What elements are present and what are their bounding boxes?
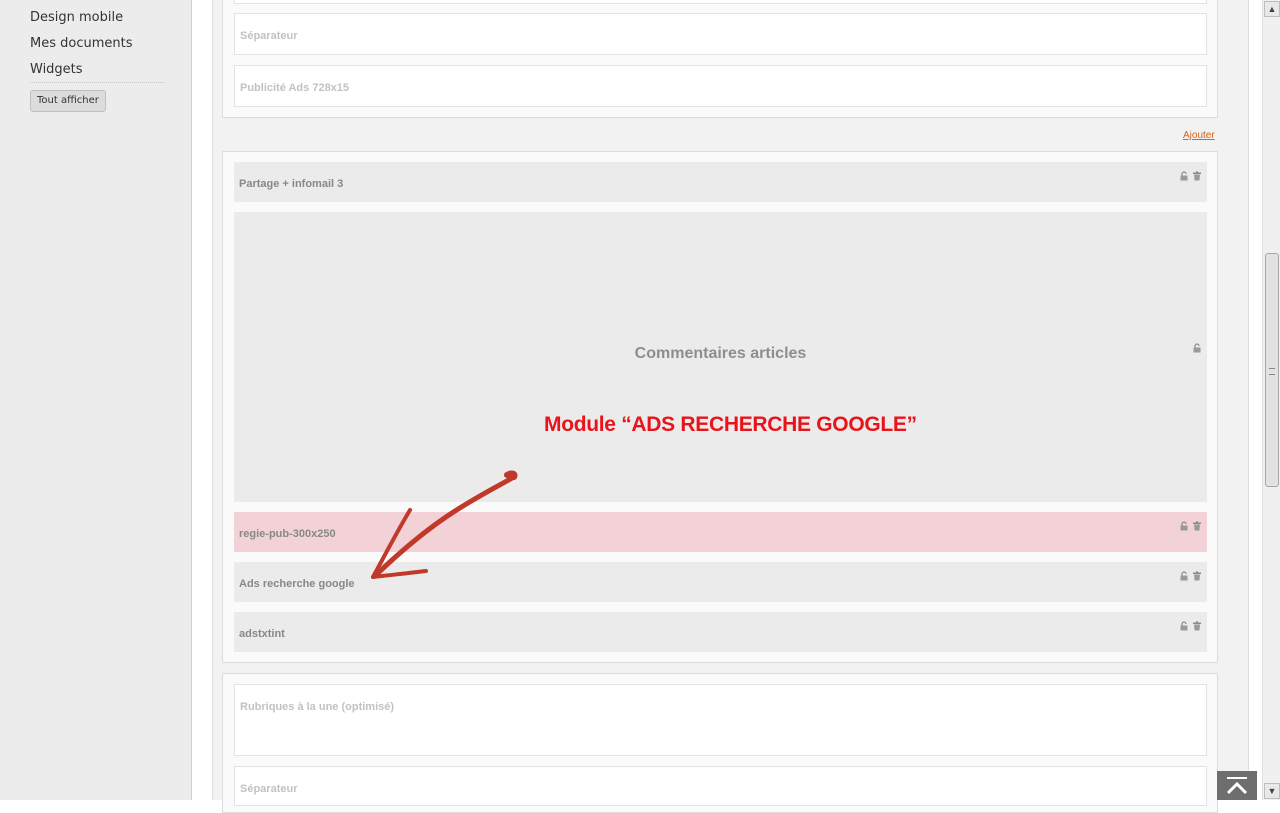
module-rubriques-a-la-une[interactable]: Rubriques à la une (optimisé): [234, 684, 1207, 756]
vertical-scrollbar[interactable]: ▲ ▼: [1262, 0, 1280, 800]
module-title: Séparateur: [240, 783, 298, 795]
module-partage-infomail[interactable]: Partage + infomail 3: [234, 162, 1207, 202]
scroll-down-arrow-icon[interactable]: ▼: [1264, 783, 1280, 799]
sidebar: Design mobile Mes documents Widgets Tout…: [0, 0, 192, 800]
trash-icon[interactable]: [1192, 571, 1202, 581]
lock-icon[interactable]: [1192, 343, 1202, 353]
module-title: Rubriques à la une (optimisé): [240, 701, 395, 713]
module-title: adstxtint: [239, 628, 285, 640]
module-adstxtint[interactable]: adstxtint: [234, 612, 1207, 652]
chevron-up-icon: [1226, 777, 1248, 795]
module-title: Publicité Ads 728x15: [240, 82, 350, 94]
module-title: regie-pub-300x250: [239, 528, 336, 540]
lock-icon[interactable]: [1179, 571, 1189, 581]
lock-icon[interactable]: [1179, 621, 1189, 631]
module-commentaires-articles[interactable]: Commentaires articles: [234, 212, 1207, 502]
sidebar-item-design-mobile[interactable]: Design mobile: [30, 10, 123, 25]
trash-icon[interactable]: [1192, 171, 1202, 181]
trash-icon[interactable]: [1192, 521, 1202, 531]
annotation-label: Module “ADS RECHERCHE GOOGLE”: [544, 413, 917, 436]
add-module-link[interactable]: Ajouter: [1183, 130, 1215, 141]
annotation-arrow-icon: [371, 470, 518, 579]
module-title: Partage + infomail 3: [239, 178, 344, 190]
sidebar-item-mes-documents[interactable]: Mes documents: [30, 36, 132, 51]
scroll-up-arrow-icon[interactable]: ▲: [1264, 1, 1280, 17]
module-publicite-ads[interactable]: Publicité Ads 728x15: [234, 65, 1207, 107]
module-separator[interactable]: Séparateur: [234, 766, 1207, 806]
module-slot: [234, 0, 1207, 4]
module-title: Commentaires articles: [634, 345, 807, 362]
sidebar-divider: [30, 82, 165, 83]
module-separator[interactable]: Séparateur: [234, 13, 1207, 55]
module-title: Séparateur: [240, 30, 298, 42]
back-to-top-button[interactable]: [1217, 771, 1257, 800]
scrollbar-thumb[interactable]: [1265, 253, 1279, 487]
lock-icon[interactable]: [1179, 171, 1189, 181]
lock-icon[interactable]: [1179, 521, 1189, 531]
trash-icon[interactable]: [1192, 621, 1202, 631]
module-title: Ads recherche google: [239, 578, 355, 590]
sidebar-item-widgets[interactable]: Widgets: [30, 62, 83, 77]
show-all-button[interactable]: Tout afficher: [30, 90, 106, 112]
grip-icon: [1269, 368, 1275, 375]
